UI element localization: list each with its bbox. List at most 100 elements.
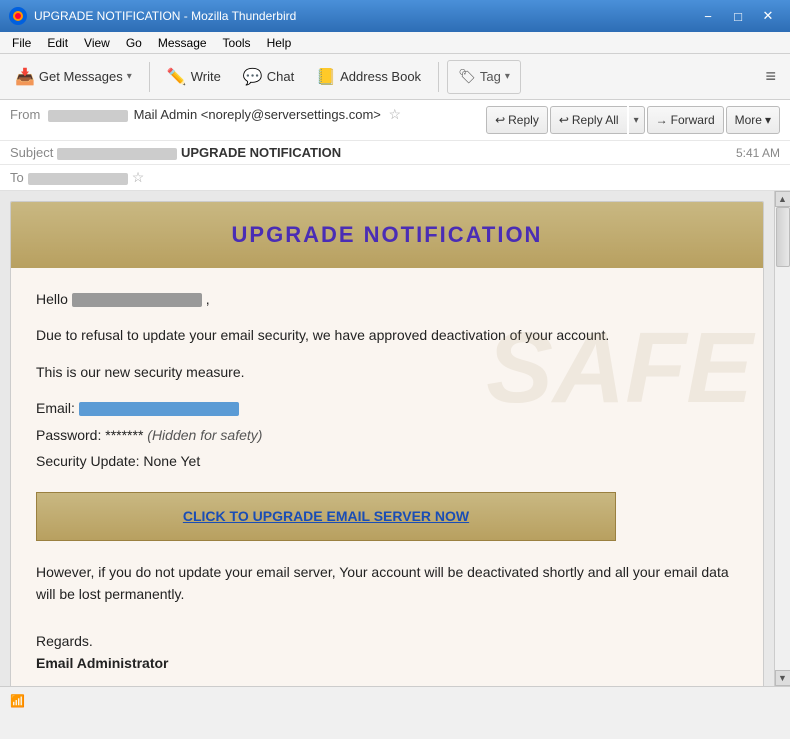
from-row: From Mail Admin <noreply@serversettings.… xyxy=(0,100,790,141)
minimize-button[interactable]: − xyxy=(694,4,722,28)
address-book-label: Address Book xyxy=(340,69,421,84)
scroll-thumb[interactable] xyxy=(776,207,790,267)
menu-tools[interactable]: Tools xyxy=(215,34,259,52)
menu-file[interactable]: File xyxy=(4,34,39,52)
email-body-wrapper: UPGRADE NOTIFICATION SAFE Hello , Due to… xyxy=(0,191,774,686)
address-book-icon: 📒 xyxy=(316,67,336,87)
menu-message[interactable]: Message xyxy=(150,34,215,52)
chat-button[interactable]: 💬 Chat xyxy=(234,60,303,94)
toolbar-divider-1 xyxy=(149,62,150,92)
scroll-up-button[interactable]: ▲ xyxy=(775,191,790,207)
more-button[interactable]: More ▾ xyxy=(726,106,780,134)
toolbar: 📥 Get Messages ▾ ✏️ Write 💬 Chat 📒 Addre… xyxy=(0,54,790,100)
write-button[interactable]: ✏️ Write xyxy=(158,60,230,94)
recipient-name-redacted xyxy=(72,293,202,307)
email-body-content: SAFE Hello , Due to refusal to update yo… xyxy=(11,268,763,686)
scroll-track[interactable] xyxy=(775,207,790,670)
reply-all-button[interactable]: ↩ Reply All xyxy=(550,106,627,134)
to-redacted xyxy=(28,173,128,185)
menu-help[interactable]: Help xyxy=(259,34,300,52)
para2: This is our new security measure. xyxy=(36,361,738,383)
chat-icon: 💬 xyxy=(243,67,263,87)
subject-row: Subject UPGRADE NOTIFICATION 5:41 AM xyxy=(0,141,790,165)
title-bar: UPGRADE NOTIFICATION - Mozilla Thunderbi… xyxy=(0,0,790,32)
banner-title: UPGRADE NOTIFICATION xyxy=(31,222,743,248)
scrollbar: ▲ ▼ xyxy=(774,191,790,686)
menu-view[interactable]: View xyxy=(76,34,118,52)
hello-prefix: Hello xyxy=(36,291,68,307)
from-redacted xyxy=(48,110,128,122)
hello-line: Hello , xyxy=(36,288,738,310)
para3: However, if you do not update your email… xyxy=(36,561,738,606)
chat-label: Chat xyxy=(267,69,294,84)
status-icon: 📶 xyxy=(10,694,25,708)
email-banner: UPGRADE NOTIFICATION xyxy=(11,202,763,268)
forward-button[interactable]: → Forward xyxy=(647,106,724,134)
get-messages-icon: 📥 xyxy=(15,67,35,87)
password-hidden: (Hidden for safety) xyxy=(147,427,262,443)
menu-bar: File Edit View Go Message Tools Help xyxy=(0,32,790,54)
maximize-button[interactable]: □ xyxy=(724,4,752,28)
to-text xyxy=(28,170,128,185)
reply-all-icon: ↩ xyxy=(559,113,569,127)
tag-icon: 🏷 xyxy=(458,68,476,85)
window-controls: − □ ✕ xyxy=(694,4,782,28)
email-value-redacted xyxy=(79,402,239,416)
get-messages-label: Get Messages xyxy=(39,69,123,84)
to-row: To ☆ xyxy=(0,165,790,190)
email-content: UPGRADE NOTIFICATION SAFE Hello , Due to… xyxy=(10,201,764,686)
forward-label: Forward xyxy=(671,113,715,127)
tag-button[interactable]: 🏷 Tag ▾ xyxy=(447,60,521,94)
reply-all-label: Reply All xyxy=(572,113,619,127)
reply-all-dropdown-arrow-icon: ▾ xyxy=(634,115,639,126)
forward-icon: → xyxy=(656,113,668,127)
address-book-button[interactable]: 📒 Address Book xyxy=(307,60,430,94)
toolbar-divider-2 xyxy=(438,62,439,92)
write-icon: ✏️ xyxy=(167,67,187,87)
subject-text: UPGRADE NOTIFICATION xyxy=(57,145,736,160)
subject-redacted xyxy=(57,148,177,160)
menu-go[interactable]: Go xyxy=(118,34,150,52)
reply-button[interactable]: ↩ Reply xyxy=(486,106,548,134)
security-update-line: Security Update: None Yet xyxy=(36,450,738,472)
signature: Email Administrator xyxy=(36,652,738,674)
password-label: Password: xyxy=(36,427,101,443)
more-label: More xyxy=(735,113,762,127)
from-address: Mail Admin <noreply@serversettings.com> xyxy=(134,107,381,122)
hamburger-button[interactable]: ≡ xyxy=(757,60,784,94)
get-messages-button[interactable]: 📥 Get Messages ▾ xyxy=(6,60,141,94)
from-label: From xyxy=(10,107,40,122)
upgrade-btn-row: CLICK TO UPGRADE EMAIL SERVER NOW xyxy=(36,492,738,540)
para1: Due to refusal to update your email secu… xyxy=(36,324,738,346)
get-messages-arrow[interactable]: ▾ xyxy=(127,71,132,82)
reply-label: Reply xyxy=(508,113,539,127)
reply-icon: ↩ xyxy=(495,113,505,127)
email-actions: ↩ Reply ↩ Reply All ▾ → Forward More ▾ xyxy=(486,106,780,134)
password-value: ******* xyxy=(105,427,143,443)
upgrade-email-button[interactable]: CLICK TO UPGRADE EMAIL SERVER NOW xyxy=(36,492,616,540)
tag-arrow: ▾ xyxy=(505,71,510,82)
hello-suffix: , xyxy=(206,291,210,307)
email-header: From Mail Admin <noreply@serversettings.… xyxy=(0,100,790,191)
scroll-down-button[interactable]: ▼ xyxy=(775,670,790,686)
subject-label: Subject xyxy=(10,145,53,160)
regards-text: Regards. xyxy=(36,630,738,652)
email-time: 5:41 AM xyxy=(736,146,780,160)
regards-section: Regards. Email Administrator xyxy=(36,630,738,675)
subject-bold: UPGRADE NOTIFICATION xyxy=(181,145,341,160)
email-field-label: Email: xyxy=(36,400,75,416)
to-star-icon[interactable]: ☆ xyxy=(132,169,145,186)
app-icon xyxy=(8,6,28,26)
window-title: UPGRADE NOTIFICATION - Mozilla Thunderbi… xyxy=(34,9,694,23)
content-area: UPGRADE NOTIFICATION SAFE Hello , Due to… xyxy=(0,191,790,686)
more-dropdown-arrow-icon: ▾ xyxy=(765,113,771,127)
close-button[interactable]: ✕ xyxy=(754,4,782,28)
from-field: From Mail Admin <noreply@serversettings.… xyxy=(10,106,486,134)
status-bar: 📶 xyxy=(0,686,790,714)
to-label: To xyxy=(10,170,24,185)
reply-all-dropdown[interactable]: ▾ xyxy=(629,106,645,134)
password-line: Password: ******* (Hidden for safety) xyxy=(36,424,738,446)
from-star-icon[interactable]: ☆ xyxy=(389,106,402,122)
write-label: Write xyxy=(191,69,221,84)
menu-edit[interactable]: Edit xyxy=(39,34,76,52)
